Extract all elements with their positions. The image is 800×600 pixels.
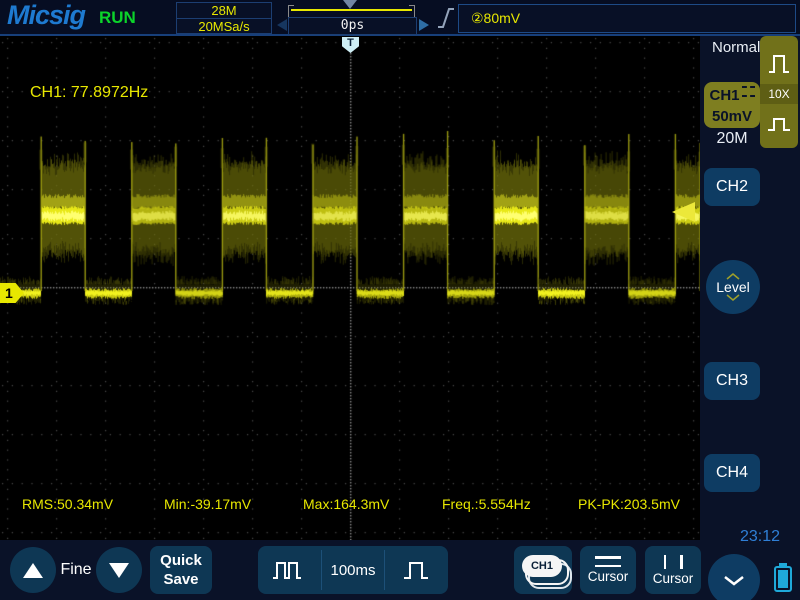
- horizontal-cursors-icon: [595, 556, 621, 567]
- pan-left-arrow-icon[interactable]: [277, 19, 287, 31]
- timebase-value[interactable]: 100ms: [322, 546, 385, 594]
- active-channel-selector[interactable]: CH1: [514, 546, 572, 594]
- adjust-up-button[interactable]: [10, 547, 56, 593]
- trigger-mode-label[interactable]: Normal: [712, 39, 760, 56]
- measurement-pkpk: PK-PK:203.5mV: [578, 496, 680, 512]
- bottom-toolbar: Fine Quick Save 100ms CH1: [0, 540, 700, 600]
- clock: 23:12: [740, 528, 780, 546]
- run-status[interactable]: RUN: [99, 8, 136, 28]
- acquisition-info-box[interactable]: 28M 20MSa/s: [176, 2, 272, 34]
- trigger-level-value: ②80mV: [471, 10, 520, 27]
- ch1-name: CH1: [709, 87, 739, 104]
- level-label: Level: [716, 280, 749, 294]
- trigger-level-arrow-icon[interactable]: [672, 202, 695, 222]
- vertical-cursor-button[interactable]: Cursor: [645, 546, 701, 594]
- trigger-settings-box[interactable]: ②80mV: [458, 4, 796, 33]
- bandwidth-limit-label[interactable]: 20M: [700, 130, 764, 148]
- fine-adjust-label: Fine: [57, 540, 95, 600]
- memory-bar-line: [291, 9, 412, 11]
- ch1-frequency-readout: CH1: 77.8972Hz: [30, 84, 148, 102]
- horizontal-cursor-button[interactable]: Cursor: [580, 546, 636, 594]
- measurement-rms: RMS:50.34mV: [22, 496, 113, 512]
- window-position-marker-icon[interactable]: [343, 0, 357, 9]
- collapse-menu-button[interactable]: [708, 554, 760, 600]
- ch3-button[interactable]: CH3: [704, 362, 760, 400]
- down-triangle-icon: [109, 563, 129, 578]
- ch4-button[interactable]: CH4: [704, 454, 760, 492]
- timebase-group: 100ms: [258, 546, 448, 594]
- probe-settings-panel[interactable]: 10X: [760, 36, 798, 148]
- chevron-down-icon: [723, 575, 745, 586]
- quick-save-button[interactable]: Quick Save: [150, 546, 212, 594]
- ch1-badge: CH1: [522, 555, 562, 577]
- trigger-slope-rising-icon[interactable]: [437, 7, 455, 29]
- probe-attenuation-label[interactable]: 10X: [760, 84, 798, 104]
- single-pulse-icon: [402, 557, 432, 583]
- ch2-button[interactable]: CH2: [704, 168, 760, 206]
- waveform-canvas[interactable]: [0, 36, 700, 540]
- right-control-sidebar: Normal 10X CH1 50mV 20M CH2 Le: [700, 36, 800, 600]
- pulse-small-icon[interactable]: [767, 104, 791, 144]
- brand-logo: Micsig: [7, 0, 85, 31]
- battery-icon: [774, 566, 792, 592]
- battery-cap: [779, 563, 787, 566]
- coupling-dashes-icon: [742, 86, 755, 97]
- up-triangle-icon: [23, 563, 43, 578]
- zoom-out-timebase-button[interactable]: [258, 546, 321, 594]
- trigger-level-knob[interactable]: Level: [706, 260, 760, 314]
- vertical-cursors-icon: [664, 555, 683, 569]
- measurement-freq: Freq.:5.554Hz: [442, 496, 531, 512]
- cursor-h-label: Cursor: [588, 569, 629, 584]
- double-pulse-icon: [272, 557, 306, 583]
- oscilloscope-screen: Micsig RUN 28M 20MSa/s 0ps ②80mV CH1: 77…: [0, 0, 800, 600]
- measurement-max: Max:164.3mV: [303, 496, 389, 512]
- cursor-v-label: Cursor: [653, 571, 694, 586]
- memory-depth: 28M: [177, 3, 271, 19]
- adjust-down-button[interactable]: [96, 547, 142, 593]
- ch1-button[interactable]: CH1 50mV: [704, 82, 760, 128]
- top-status-bar: Micsig RUN 28M 20MSa/s 0ps ②80mV: [0, 0, 800, 36]
- ch1-scale: 50mV: [712, 108, 752, 125]
- quick-save-line2: Save: [150, 570, 212, 589]
- waveform-display-area[interactable]: CH1: 77.8972Hz 1 T RMS:50.34mV Min:-39.1…: [0, 36, 700, 540]
- sample-rate: 20MSa/s: [177, 19, 271, 34]
- battery-fill: [778, 570, 788, 588]
- horizontal-position-box[interactable]: 0ps: [288, 17, 417, 35]
- pulse-positive-icon[interactable]: [767, 44, 791, 84]
- chevron-down-icon: [726, 294, 740, 301]
- zoom-in-timebase-button[interactable]: [385, 546, 448, 594]
- measurement-min: Min:-39.17mV: [164, 496, 251, 512]
- quick-save-line1: Quick: [150, 551, 212, 570]
- pan-right-arrow-icon[interactable]: [419, 19, 429, 31]
